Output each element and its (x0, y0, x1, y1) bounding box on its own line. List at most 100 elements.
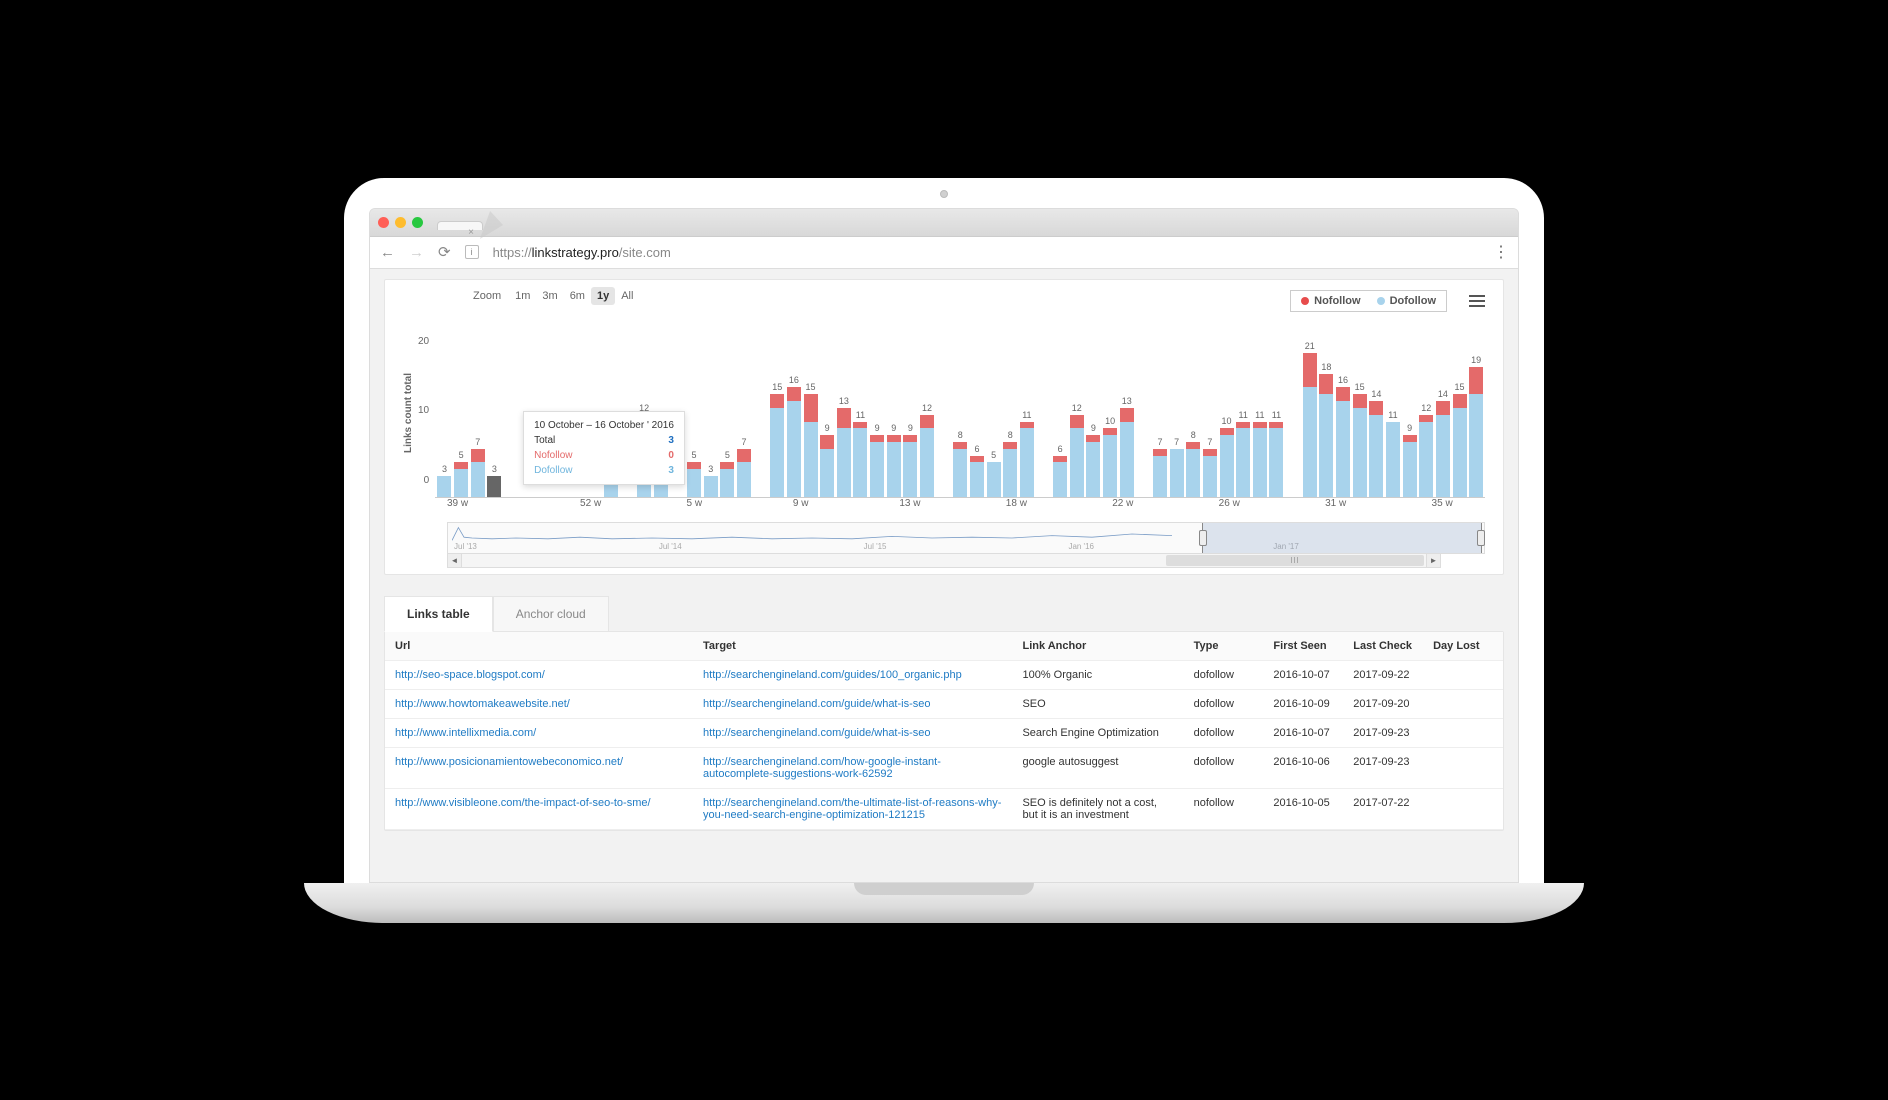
bar-col[interactable]: 5 (720, 450, 735, 496)
bar-col[interactable]: 5 (986, 450, 1001, 496)
cell-url[interactable]: http://www.howtomakeawebsite.net/ (385, 689, 693, 718)
bar-col[interactable]: 15 (1452, 382, 1467, 496)
bar-col[interactable]: 8 (1003, 430, 1018, 497)
bar-col[interactable]: 12 (1419, 403, 1434, 497)
chart-legend[interactable]: Nofollow Dofollow (1290, 290, 1447, 312)
cell-url[interactable]: http://seo-space.blogspot.com/ (385, 660, 693, 689)
bar-col[interactable]: 11 (1269, 410, 1284, 497)
scroll-thumb[interactable] (1166, 555, 1424, 566)
bar-col[interactable]: 12 (1069, 403, 1084, 497)
bar-col[interactable]: 18 (1319, 362, 1334, 497)
bar-col[interactable]: 6 (970, 444, 985, 497)
zoom-All[interactable]: All (615, 287, 639, 305)
bar-col[interactable]: 3 (487, 464, 502, 496)
tab-links-table[interactable]: Links table (384, 596, 493, 632)
th-type[interactable]: Type (1184, 632, 1264, 661)
bar-col[interactable]: 16 (787, 375, 802, 496)
scroll-right-icon[interactable]: ► (1426, 554, 1440, 567)
browser-menu-icon[interactable]: ⋮ (1493, 242, 1508, 262)
tab-anchor-cloud[interactable]: Anchor cloud (493, 596, 609, 632)
cell-target[interactable]: http://searchengineland.com/guide/what-i… (693, 689, 1012, 718)
bar-col[interactable]: 13 (1119, 396, 1134, 497)
chart-menu-icon[interactable] (1469, 295, 1485, 307)
bar-col[interactable]: 9 (604, 423, 619, 496)
bar-col[interactable]: 7 (1153, 437, 1168, 497)
bar-col[interactable]: 14 (1369, 389, 1384, 496)
close-icon[interactable] (378, 217, 389, 228)
bar-col[interactable]: 13 (837, 396, 852, 497)
bar-col[interactable]: 8 (1186, 430, 1201, 497)
page-viewport[interactable]: Zoom 1m3m6m1yAll Nofollow Dofollow (370, 269, 1518, 882)
maximize-icon[interactable] (412, 217, 423, 228)
bar-col[interactable]: 11 (1236, 410, 1251, 497)
bar-value-label: 15 (1452, 382, 1467, 392)
bar-col[interactable]: 5 (687, 450, 702, 496)
forward-icon[interactable]: → (409, 244, 424, 261)
zoom-1m[interactable]: 1m (509, 287, 536, 305)
minimize-icon[interactable] (395, 217, 406, 228)
cell-target[interactable]: http://searchengineland.com/how-google-i… (693, 747, 1012, 788)
cell-url[interactable]: http://www.posicionamientowebeconomico.n… (385, 747, 693, 788)
bar-col[interactable]: 12 (637, 403, 652, 497)
bar-value-label: 11 (1236, 410, 1251, 420)
bar-col[interactable]: 11 (653, 410, 668, 497)
bar-col[interactable]: 11 (853, 410, 868, 497)
th-anchor[interactable]: Link Anchor (1012, 632, 1183, 661)
bar-col[interactable]: 15 (770, 382, 785, 496)
bar-col[interactable]: 9 (903, 423, 918, 496)
th-target[interactable]: Target (693, 632, 1012, 661)
close-tab-icon[interactable]: × (468, 227, 474, 238)
bar-col[interactable]: 8 (953, 430, 968, 497)
bar-col[interactable]: 9 (870, 423, 885, 496)
bar-col[interactable]: 11 (1020, 410, 1035, 497)
bar-col[interactable]: 7 (1203, 437, 1218, 497)
bar-col[interactable]: 9 (1402, 423, 1417, 496)
bar-col[interactable]: 15 (1352, 382, 1367, 496)
th-last-check[interactable]: Last Check (1343, 632, 1423, 661)
th-day-lost[interactable]: Day Lost (1423, 632, 1503, 661)
bar-col[interactable]: 7 (1169, 437, 1184, 497)
th-url[interactable]: Url (385, 632, 693, 661)
bar-col[interactable]: 5 (454, 450, 469, 496)
cell-target[interactable]: http://searchengineland.com/guides/100_o… (693, 660, 1012, 689)
back-icon[interactable]: ← (380, 244, 395, 261)
navigator-selection[interactable] (1202, 523, 1482, 553)
address-bar[interactable]: https://linkstrategy.pro/site.com (493, 245, 1479, 260)
zoom-3m[interactable]: 3m (536, 287, 563, 305)
bar-col[interactable]: 16 (1336, 375, 1351, 496)
bar-col[interactable]: 11 (1386, 410, 1401, 497)
navigator-scrollbar[interactable]: ◄ ► (447, 554, 1441, 568)
bar-col[interactable]: 9 (886, 423, 901, 496)
bar-col[interactable]: 14 (1436, 389, 1451, 496)
zoom-1y[interactable]: 1y (591, 287, 615, 305)
new-tab-icon[interactable] (480, 211, 508, 239)
bar-col[interactable]: 11 (1253, 410, 1268, 497)
browser-tab[interactable]: × (437, 221, 483, 230)
bar-col[interactable]: 19 (1469, 355, 1484, 497)
bar-col[interactable]: 9 (1086, 423, 1101, 496)
bar-col[interactable]: 21 (1302, 341, 1317, 496)
scroll-left-icon[interactable]: ◄ (448, 554, 462, 567)
cell-target[interactable]: http://searchengineland.com/guide/what-i… (693, 718, 1012, 747)
cell-target[interactable]: http://searchengineland.com/the-ultimate… (693, 788, 1012, 829)
cell-url[interactable]: http://www.intellixmedia.com/ (385, 718, 693, 747)
zoom-6m[interactable]: 6m (564, 287, 591, 305)
bar-col[interactable]: 10 (1103, 416, 1118, 496)
bar-col[interactable]: 9 (820, 423, 835, 496)
bar-col[interactable]: 3 (703, 464, 718, 496)
bar-col[interactable]: 15 (803, 382, 818, 496)
reload-icon[interactable]: ⟳ (438, 243, 451, 261)
bar-col[interactable]: 7 (737, 437, 752, 497)
bar-col[interactable]: 10 (1219, 416, 1234, 496)
cell-url[interactable]: http://www.visibleone.com/the-impact-of-… (385, 788, 693, 829)
bar-col[interactable]: 12 (920, 403, 935, 497)
legend-dofollow[interactable]: Dofollow (1377, 295, 1436, 307)
bar-col[interactable]: 6 (1053, 444, 1068, 497)
legend-nofollow[interactable]: Nofollow (1301, 295, 1360, 307)
bar-col[interactable]: 7 (470, 437, 485, 497)
bar-col[interactable]: 3 (437, 464, 452, 496)
th-first-seen[interactable]: First Seen (1263, 632, 1343, 661)
chart-plot[interactable]: 3573912115357151615913119991286581161291… (435, 328, 1485, 498)
chart-navigator[interactable]: Jul '13Jul '14Jul '15Jan '16Jan '17 (447, 522, 1485, 554)
site-info-icon[interactable]: i (465, 245, 479, 259)
